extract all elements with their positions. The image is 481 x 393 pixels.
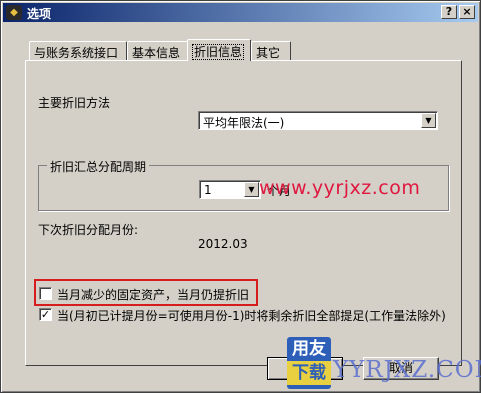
close-button[interactable]: ×	[459, 5, 475, 19]
watermark-site: YYRJXZ.COM	[333, 357, 481, 383]
next-month-value: 2012.03	[198, 237, 248, 251]
logo-top: 用友	[292, 339, 326, 359]
full-depreciation-label[interactable]: 当(月初已计提月份=可使用月份-1)时将剩余折旧全部提足(工作量法除外)	[57, 307, 446, 324]
next-month-label: 下次折旧分配月份:	[38, 223, 139, 237]
tab-depreciation-info[interactable]: 折旧信息	[187, 39, 251, 61]
method-value: 平均年限法(一)	[203, 116, 285, 130]
chevron-down-icon[interactable]: ▼	[421, 113, 436, 128]
tab-basic-info[interactable]: 基本信息	[127, 41, 189, 60]
tab-label: 折旧信息	[192, 44, 245, 60]
period-select[interactable]: 1 ▼	[199, 180, 261, 199]
watermark-logo: 用友 下载	[287, 337, 331, 389]
reduced-asset-label[interactable]: 当月减少的固定资产，当月仍提折旧	[57, 286, 249, 303]
period-value: 1	[204, 183, 212, 197]
options-dialog: ◆ 选项 ? × 与账务系统接口 基本信息 折旧信息 其它 主要折旧方法 平均年…	[0, 0, 481, 393]
help-button[interactable]: ?	[441, 5, 457, 19]
watermark-text: www.yyrjxz.com	[259, 177, 421, 199]
reduced-asset-checkbox[interactable]	[39, 287, 52, 300]
tab-label: 其它	[256, 46, 281, 60]
tab-label: 基本信息	[132, 46, 181, 60]
method-select[interactable]: 平均年限法(一) ▼	[198, 111, 438, 130]
logo-bottom: 下载	[287, 361, 331, 385]
window-title: 选项	[27, 7, 52, 21]
group-title: 折旧汇总分配周期	[47, 158, 150, 175]
full-depreciation-checkbox[interactable]: ✓	[39, 308, 52, 321]
tab-label: 与账务系统接口	[34, 46, 119, 60]
tab-other[interactable]: 其它	[251, 41, 291, 60]
chevron-down-icon[interactable]: ▼	[244, 182, 259, 197]
title-bar: ◆ 选项 ? ×	[3, 3, 478, 22]
app-icon: ◆	[6, 5, 22, 20]
tab-accounting-interface[interactable]: 与账务系统接口	[29, 41, 127, 60]
method-label: 主要折旧方法	[38, 96, 111, 110]
